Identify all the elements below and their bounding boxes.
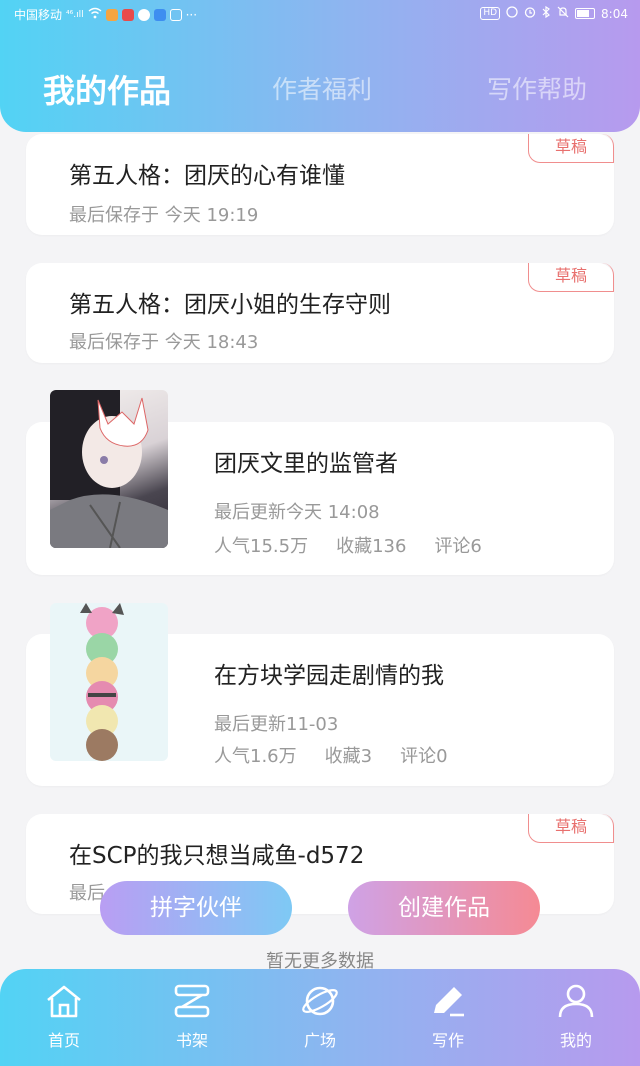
nav-home[interactable]: 首页 [14, 983, 114, 1063]
tab-author-benefits[interactable]: 作者福利 [272, 70, 372, 106]
app-notification-icon [169, 8, 182, 21]
carrier-label: 中国移动 [14, 8, 63, 22]
draft-card[interactable]: 草稿 第五人格：团厌小姐的生存守则 最后保存于 今天 18:43 [26, 263, 614, 363]
book-title: 团厌文里的监管者 [214, 451, 398, 477]
tab-my-works[interactable]: 我的作品 [43, 66, 171, 112]
book-cover-image[interactable] [50, 603, 168, 761]
draft-saved-time: 最后保存于 今天 19:19 [69, 205, 259, 226]
alarm-icon [524, 6, 536, 21]
comments-count: 评论6 [434, 536, 482, 557]
book-title: 在方块学园走剧情的我 [214, 663, 444, 689]
draft-badge: 草稿 [528, 134, 614, 163]
book-updated-time: 最后更新今天 14:08 [214, 502, 380, 523]
nav-label: 写作 [431, 1031, 464, 1050]
nav-plaza[interactable]: 广场 [270, 983, 370, 1063]
battery-icon [575, 8, 596, 19]
draft-saved-time: 最后 [69, 883, 105, 904]
draft-title: 在SCP的我只想当咸鱼-d572 [69, 843, 365, 869]
draft-card[interactable]: 草稿 第五人格：团厌的心有谁懂 最后保存于 今天 19:19 [26, 134, 614, 235]
app-notification-icon [105, 8, 118, 21]
comments-count: 评论0 [400, 746, 448, 767]
more-icon: ··· [185, 7, 198, 22]
book-updated-time: 最后更新11-03 [214, 714, 339, 735]
nav-write[interactable]: 写作 [398, 983, 498, 1063]
nfc-icon [506, 6, 518, 21]
nav-bookshelf[interactable]: 书架 [142, 983, 242, 1063]
signal-icon: ⁴⁶.ıll [66, 9, 84, 20]
draft-saved-time: 最后保存于 今天 18:43 [69, 332, 259, 353]
user-icon [558, 984, 594, 1018]
home-icon [47, 985, 81, 1018]
nav-label: 首页 [47, 1031, 80, 1050]
hd-icon: HD [480, 7, 501, 20]
header: 中国移动 ⁴⁶.ıll ··· HD 8:04 我的作品 作者福利 写作帮助 [0, 0, 640, 132]
bottom-nav: 首页 书架 广场 写作 我的 [0, 969, 640, 1066]
create-work-button[interactable]: 创建作品 [348, 881, 540, 935]
word-partner-button[interactable]: 拼字伙伴 [100, 881, 292, 935]
nav-label: 我的 [559, 1031, 592, 1050]
clock-label: 8:04 [601, 6, 628, 21]
bluetooth-icon [542, 5, 551, 21]
app-notification-icon [153, 8, 166, 21]
favorites-count: 收藏3 [324, 746, 373, 767]
wifi-icon [88, 7, 102, 22]
draft-badge: 草稿 [528, 814, 614, 843]
draft-title: 第五人格：团厌的心有谁懂 [69, 163, 345, 189]
planet-icon [302, 986, 338, 1016]
app-notification-icon [121, 8, 134, 21]
status-bar: 中国移动 ⁴⁶.ıll ··· HD 8:04 [0, 0, 640, 28]
draft-title: 第五人格：团厌小姐的生存守则 [69, 292, 391, 318]
popularity-count: 人气1.6万 [214, 746, 297, 767]
nav-profile[interactable]: 我的 [526, 983, 626, 1063]
book-stats: 人气1.6万 收藏3 评论0 [214, 742, 448, 768]
popularity-count: 人气15.5万 [214, 536, 309, 557]
book-stats: 人气15.5万 收藏136 评论6 [214, 532, 482, 558]
draft-badge: 草稿 [528, 263, 614, 292]
mute-icon [557, 6, 569, 21]
app-notification-icon [137, 8, 150, 21]
tab-writing-help[interactable]: 写作帮助 [487, 70, 587, 106]
book-cover-image[interactable] [50, 390, 168, 548]
nav-label: 广场 [303, 1031, 336, 1050]
nav-label: 书架 [175, 1031, 208, 1050]
favorites-count: 收藏136 [336, 536, 407, 557]
top-tabs: 我的作品 作者福利 写作帮助 [0, 70, 640, 114]
bookshelf-icon [174, 984, 210, 1018]
pen-icon [434, 987, 464, 1017]
